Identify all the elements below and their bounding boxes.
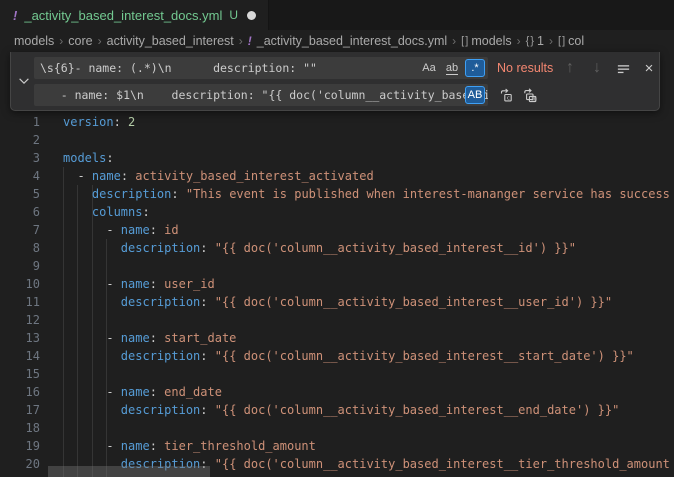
breadcrumb-item[interactable]: { } 1 — [526, 34, 544, 48]
breadcrumb-separator: › — [452, 34, 456, 48]
breadcrumb-item[interactable]: [ ] col — [558, 34, 584, 48]
breadcrumb-separator: › — [239, 34, 243, 48]
find-next-button[interactable]: ↓ — [586, 57, 608, 79]
whole-word-toggle[interactable]: ab — [442, 59, 462, 77]
find-previous-button[interactable]: ↑ — [559, 57, 581, 79]
tab-bar: ! _activity_based_interest_docs.yml U — [0, 0, 674, 30]
code-line[interactable]: columns: — [0, 203, 674, 221]
code-line[interactable]: description: "This event is published wh… — [0, 185, 674, 203]
match-case-toggle[interactable]: Aa — [419, 59, 439, 77]
code-line[interactable]: description: "{{ doc('column__activity_b… — [0, 293, 674, 311]
git-status-badge: U — [229, 8, 238, 22]
tab-filename: _activity_based_interest_docs.yml — [24, 8, 222, 23]
toggle-replace-button[interactable] — [16, 73, 32, 89]
code-content[interactable]: version: 2 models: - name: activity_based… — [0, 113, 674, 473]
find-replace-widget: \s{6}- name: (.*)\n description: "" Aa a… — [10, 52, 660, 111]
find-results-status: No results — [497, 57, 553, 79]
breadcrumb-label: col — [568, 34, 584, 48]
symbol-object-icon: { } — [526, 35, 533, 47]
breadcrumb: models › core › activity_based_interest ›! _ac… — [0, 30, 674, 52]
code-line[interactable]: description: "{{ doc('column__activity_b… — [0, 239, 674, 257]
regex-toggle[interactable]: .* — [465, 59, 485, 77]
replace-button[interactable]: c — [495, 84, 517, 106]
preserve-case-toggle[interactable]: AB — [465, 86, 485, 104]
replace-all-button[interactable]: ab — [519, 84, 541, 106]
breadcrumb-item[interactable]: ! _activity_based_interest_docs.yml — [248, 34, 447, 48]
svg-text:ab: ab — [531, 97, 537, 103]
find-in-selection-button[interactable] — [612, 57, 634, 79]
code-line[interactable] — [0, 419, 674, 437]
breadcrumb-separator: › — [98, 34, 102, 48]
code-line[interactable]: - name: tier_threshold_amount — [0, 437, 674, 455]
code-line[interactable]: description: "{{ doc('column__activity_b… — [0, 347, 674, 365]
replace-icon: c — [498, 87, 514, 103]
breadcrumb-separator: › — [517, 34, 521, 48]
tab-active-file[interactable]: ! _activity_based_interest_docs.yml U — [0, 0, 269, 30]
code-editor[interactable]: 1234567891011121314151617181920 version:… — [0, 52, 674, 477]
breadcrumb-separator: › — [59, 34, 63, 48]
svg-text:c: c — [507, 96, 510, 102]
breadcrumb-label: activity_based_interest — [107, 34, 234, 48]
breadcrumb-label: 1 — [537, 34, 544, 48]
chevron-down-icon — [17, 74, 31, 88]
breadcrumb-item[interactable]: activity_based_interest — [107, 34, 234, 48]
yaml-file-icon: ! — [13, 8, 17, 23]
code-line[interactable] — [0, 311, 674, 329]
code-line[interactable]: version: 2 — [0, 113, 674, 131]
code-line[interactable] — [0, 257, 674, 275]
breadcrumb-item[interactable]: [ ] models — [461, 34, 511, 48]
code-line[interactable] — [0, 365, 674, 383]
close-icon: × — [645, 60, 654, 77]
code-line[interactable]: - name: id — [0, 221, 674, 239]
replace-input[interactable]: - name: $1\n description: "{{ doc('colum… — [34, 84, 488, 106]
yaml-file-icon: ! — [248, 34, 252, 48]
breadcrumb-separator: › — [549, 34, 553, 48]
arrow-down-icon: ↓ — [593, 59, 601, 77]
breadcrumb-label: core — [68, 34, 92, 48]
code-line[interactable]: models: — [0, 149, 674, 167]
breadcrumb-label: models — [471, 34, 511, 48]
code-line[interactable] — [0, 131, 674, 149]
code-line[interactable]: - name: end_date — [0, 383, 674, 401]
breadcrumb-label: _activity_based_interest_docs.yml — [257, 34, 447, 48]
unsaved-changes-dot-icon[interactable] — [247, 11, 256, 20]
arrow-up-icon: ↑ — [566, 59, 574, 77]
close-find-widget-button[interactable]: × — [638, 57, 660, 79]
code-line[interactable]: - name: user_id — [0, 275, 674, 293]
find-in-selection-icon — [616, 61, 631, 76]
breadcrumb-item[interactable]: models — [14, 34, 54, 48]
horizontal-scrollbar[interactable] — [48, 466, 210, 477]
breadcrumb-item[interactable]: core — [68, 34, 92, 48]
code-line[interactable]: - name: start_date — [0, 329, 674, 347]
breadcrumb-label: models — [14, 34, 54, 48]
vscode-window: ! _activity_based_interest_docs.yml U mo… — [0, 0, 674, 477]
replace-all-icon: ab — [522, 87, 538, 103]
symbol-array-icon: [ ] — [461, 35, 467, 47]
symbol-array-icon: [ ] — [558, 35, 564, 47]
code-line[interactable]: description: "{{ doc('column__activity_b… — [0, 401, 674, 419]
code-line[interactable]: - name: activity_based_interest_activate… — [0, 167, 674, 185]
